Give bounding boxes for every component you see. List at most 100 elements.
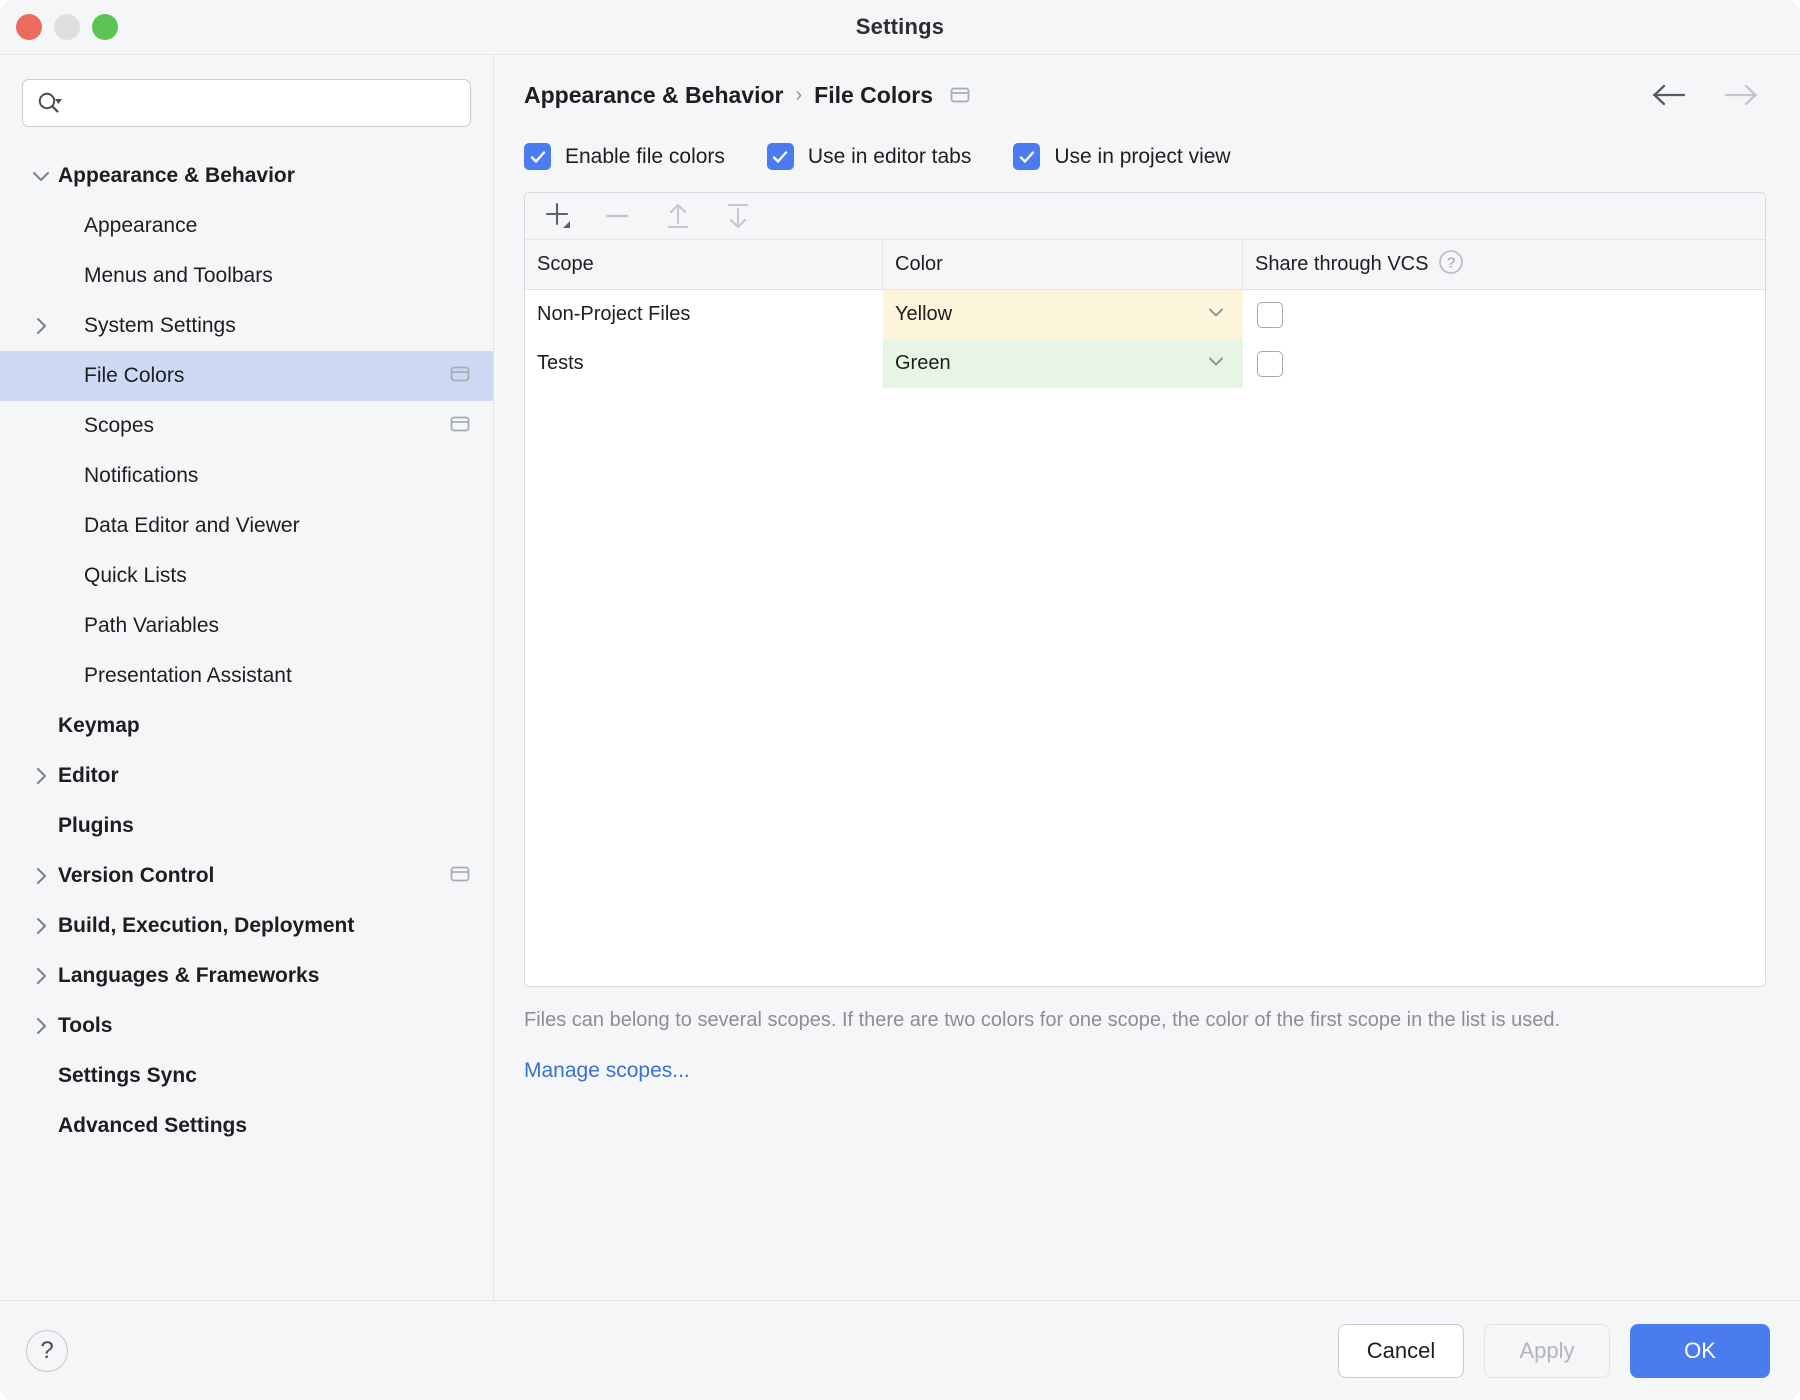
sidebar-item-advanced-settings[interactable]: Advanced Settings — [0, 1101, 493, 1151]
dialog-footer: ? Cancel Apply OK — [0, 1300, 1800, 1400]
sidebar-item-version-control[interactable]: Version Control — [0, 851, 493, 901]
storage-icon — [949, 85, 971, 105]
sidebar-item-system-settings[interactable]: System Settings — [0, 301, 493, 351]
ok-button[interactable]: OK — [1630, 1324, 1770, 1378]
sidebar-item-plugins[interactable]: Plugins — [0, 801, 493, 851]
sidebar-item-label: Tools — [58, 1014, 112, 1038]
chevron-right-icon[interactable] — [24, 315, 58, 337]
sidebar-item-editor[interactable]: Editor — [0, 751, 493, 801]
sidebar-item-languages-frameworks[interactable]: Languages & Frameworks — [0, 951, 493, 1001]
cell-color-dropdown[interactable]: Green — [883, 339, 1243, 388]
add-button[interactable] — [539, 199, 577, 233]
move-to-bottom-button[interactable] — [719, 199, 757, 233]
chevron-down-icon[interactable] — [1205, 301, 1227, 329]
help-circle-icon[interactable]: ? — [1438, 249, 1464, 281]
sidebar-item-label: Appearance — [84, 214, 197, 238]
sidebar-item-label: Scopes — [84, 414, 154, 438]
sidebar-item-label: Editor — [58, 764, 119, 788]
chevron-right-icon[interactable] — [24, 765, 58, 787]
navigation-arrows — [1650, 82, 1766, 108]
share-vcs-checkbox[interactable] — [1257, 302, 1283, 328]
table-row[interactable]: Non-Project Files Yellow — [525, 290, 1765, 339]
checkbox-use-in-project-view[interactable]: Use in project view — [1013, 143, 1230, 170]
column-header-share-vcs[interactable]: Share through VCS ? — [1243, 240, 1765, 289]
chevron-right-icon[interactable] — [24, 915, 58, 937]
file-colors-table-panel: Scope Color Share through VCS ? Non-Proj… — [524, 192, 1766, 987]
table-row[interactable]: Tests Green — [525, 339, 1765, 388]
color-value: Green — [895, 352, 951, 375]
forward-arrow-icon[interactable] — [1720, 82, 1760, 108]
cell-scope: Non-Project Files — [525, 290, 883, 339]
checkbox-label: Enable file colors — [565, 145, 725, 169]
checkmark-icon — [1013, 143, 1040, 170]
chevron-right-icon[interactable] — [24, 965, 58, 987]
column-header-color[interactable]: Color — [883, 240, 1243, 289]
settings-window: Settings Appearance & Behavior Appearance — [0, 0, 1800, 1400]
sidebar-item-data-editor-and-viewer[interactable]: Data Editor and Viewer — [0, 501, 493, 551]
sidebar-item-appearance[interactable]: Appearance — [0, 201, 493, 251]
title-bar: Settings — [0, 0, 1800, 54]
sidebar-item-file-colors[interactable]: File Colors — [0, 351, 493, 401]
breadcrumb-separator: › — [795, 84, 802, 107]
sidebar-item-build-execution-deployment[interactable]: Build, Execution, Deployment — [0, 901, 493, 951]
sidebar-item-label: Build, Execution, Deployment — [58, 914, 354, 938]
chevron-right-icon[interactable] — [24, 1015, 58, 1037]
color-value: Yellow — [895, 303, 952, 326]
back-arrow-icon[interactable] — [1650, 82, 1690, 108]
footer-buttons: Cancel Apply OK — [1338, 1324, 1770, 1378]
sidebar-item-scopes[interactable]: Scopes — [0, 401, 493, 451]
move-to-top-button[interactable] — [659, 199, 697, 233]
manage-scopes-link[interactable]: Manage scopes... — [524, 1059, 690, 1083]
svg-text:?: ? — [1447, 254, 1455, 271]
share-vcs-checkbox[interactable] — [1257, 351, 1283, 377]
breadcrumb-parent[interactable]: Appearance & Behavior — [524, 82, 783, 109]
chevron-down-icon[interactable] — [1205, 350, 1227, 378]
note-text: Files can belong to several scopes. If t… — [524, 1007, 1594, 1033]
apply-button[interactable]: Apply — [1484, 1324, 1610, 1378]
cell-color-dropdown[interactable]: Yellow — [883, 290, 1243, 339]
sidebar-item-label: Languages & Frameworks — [58, 964, 319, 988]
sidebar-item-label: Presentation Assistant — [84, 664, 292, 688]
sidebar-item-settings-sync[interactable]: Settings Sync — [0, 1051, 493, 1101]
cell-share-vcs — [1243, 290, 1765, 339]
cancel-button[interactable]: Cancel — [1338, 1324, 1464, 1378]
sidebar-item-menus-and-toolbars[interactable]: Menus and Toolbars — [0, 251, 493, 301]
settings-sidebar: Appearance & Behavior Appearance Menus and… — [0, 55, 494, 1300]
sidebar-item-label: File Colors — [84, 364, 184, 388]
sidebar-item-notifications[interactable]: Notifications — [0, 451, 493, 501]
sidebar-item-label: Plugins — [58, 814, 134, 838]
storage-icon — [449, 864, 471, 889]
window-title: Settings — [0, 14, 1800, 40]
settings-tree: Appearance & Behavior Appearance Menus and… — [0, 147, 493, 1151]
sidebar-item-label: Path Variables — [84, 614, 219, 638]
minimize-button[interactable] — [54, 14, 80, 40]
sidebar-item-label: Version Control — [58, 864, 214, 888]
file-color-options: Enable file colors Use in editor tabs Use … — [524, 143, 1766, 170]
chevron-down-icon[interactable] — [24, 165, 58, 187]
checkbox-use-in-editor-tabs[interactable]: Use in editor tabs — [767, 143, 971, 170]
sidebar-item-path-variables[interactable]: Path Variables — [0, 601, 493, 651]
sidebar-item-tools[interactable]: Tools — [0, 1001, 493, 1051]
sidebar-item-label: System Settings — [84, 314, 236, 338]
close-button[interactable] — [16, 14, 42, 40]
cell-scope: Tests — [525, 339, 883, 388]
breadcrumb-current: File Colors — [814, 82, 933, 109]
checkmark-icon — [767, 143, 794, 170]
column-header-scope[interactable]: Scope — [525, 240, 883, 289]
search-input[interactable] — [71, 80, 456, 126]
cell-share-vcs — [1243, 339, 1765, 388]
sidebar-item-presentation-assistant[interactable]: Presentation Assistant — [0, 651, 493, 701]
help-button[interactable]: ? — [26, 1330, 68, 1372]
maximize-button[interactable] — [92, 14, 118, 40]
sidebar-item-quick-lists[interactable]: Quick Lists — [0, 551, 493, 601]
column-header-share-vcs-label: Share through VCS — [1255, 253, 1428, 276]
sidebar-item-label: Menus and Toolbars — [84, 264, 273, 288]
breadcrumb: Appearance & Behavior › File Colors — [524, 55, 1766, 121]
checkbox-enable-file-colors[interactable]: Enable file colors — [524, 143, 725, 170]
search-box[interactable] — [22, 79, 471, 127]
search-icon — [37, 91, 63, 115]
sidebar-item-appearance-behavior[interactable]: Appearance & Behavior — [0, 151, 493, 201]
sidebar-item-keymap[interactable]: Keymap — [0, 701, 493, 751]
remove-button[interactable] — [599, 199, 637, 233]
chevron-right-icon[interactable] — [24, 865, 58, 887]
